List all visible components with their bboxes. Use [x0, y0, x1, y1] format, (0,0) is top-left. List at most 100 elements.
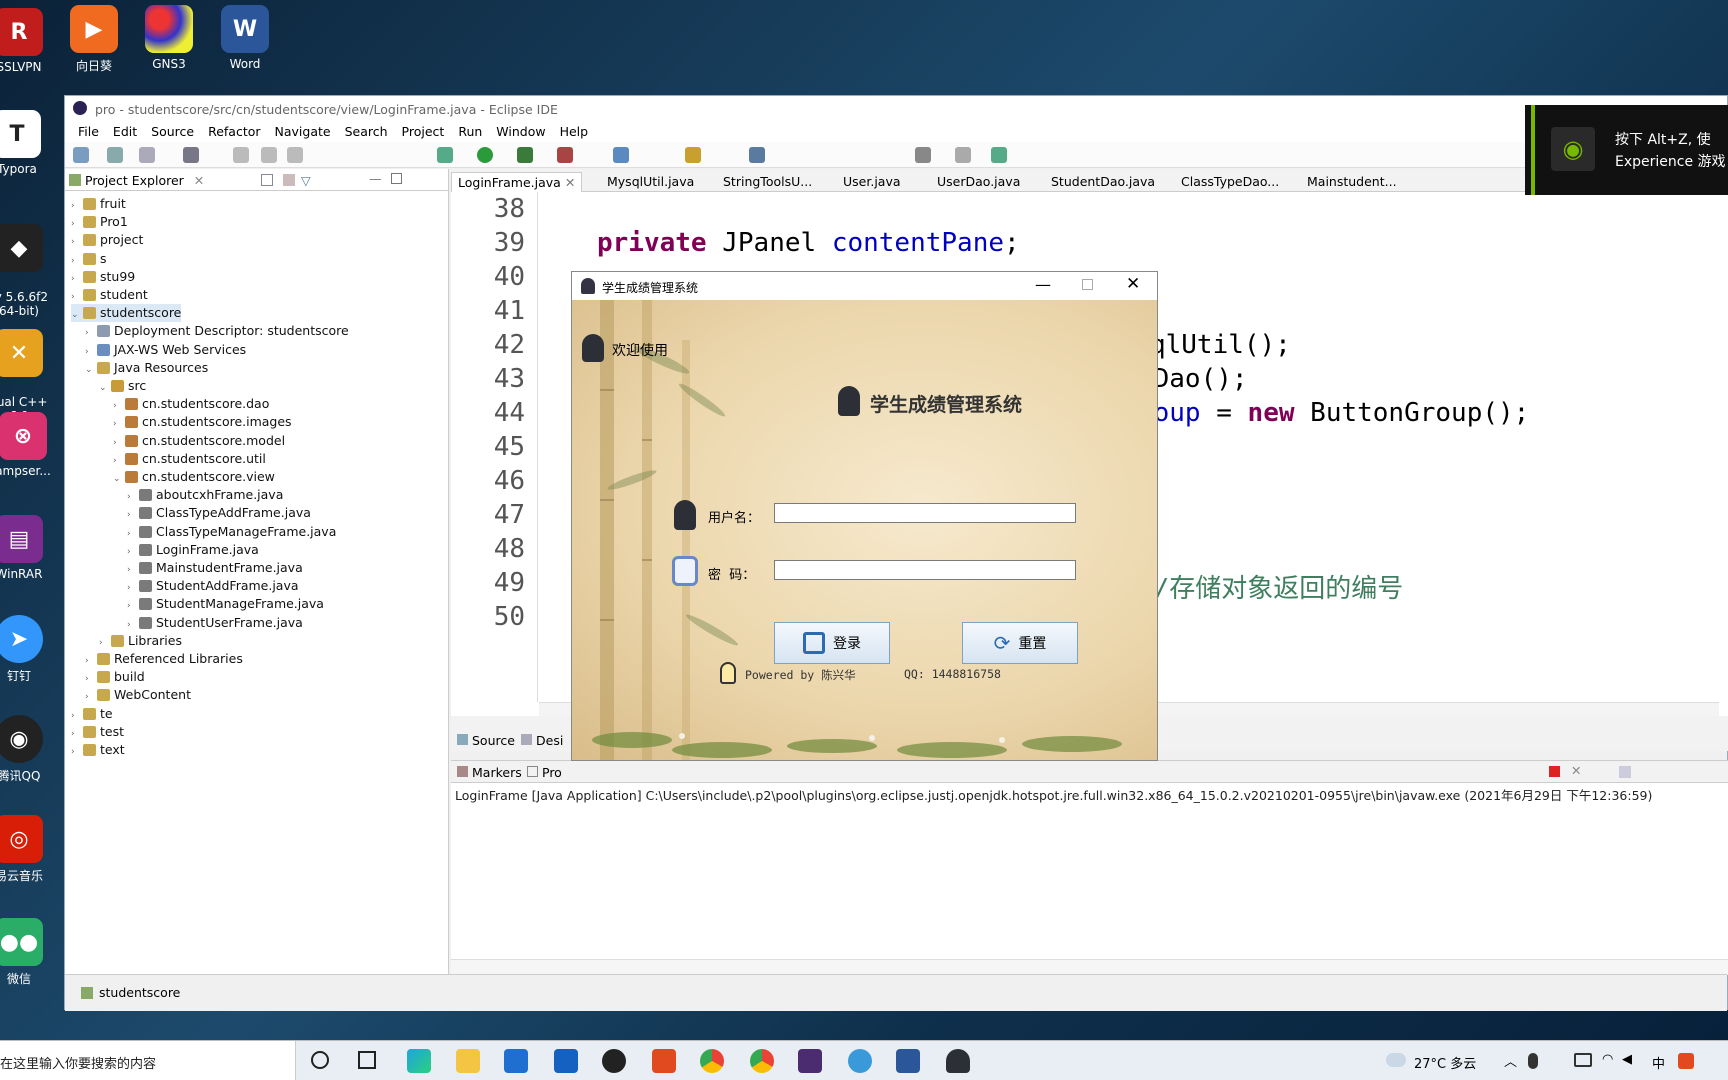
reset-button[interactable]: ⟳ 重置 — [962, 622, 1078, 664]
tree-item[interactable]: › student — [71, 286, 148, 304]
password-input[interactable] — [774, 560, 1076, 580]
maximize-view-icon[interactable] — [391, 173, 402, 184]
desktop-icon-qq[interactable]: ◉ 腾讯QQ — [0, 715, 60, 784]
taskbar-search-box[interactable]: 在这里输入你要搜索的内容 — [0, 1041, 296, 1080]
desktop-icon-unity[interactable]: ◆ ty 5.6.6f2 64-bit) — [0, 210, 60, 332]
cortana-icon[interactable] — [311, 1051, 329, 1069]
tree-item[interactable]: › StudentManageFrame.java — [127, 595, 324, 613]
menu-navigate[interactable]: Navigate — [268, 124, 338, 139]
stop-icon[interactable] — [287, 147, 303, 163]
tree-item[interactable]: › StudentAddFrame.java — [127, 577, 299, 595]
tree-item[interactable]: › text — [71, 741, 125, 759]
tree-item[interactable]: › StudentUserFrame.java — [127, 614, 303, 632]
tab-markers[interactable]: Markers — [457, 765, 522, 780]
close-view-icon[interactable]: ✕ — [194, 173, 204, 188]
desktop-icon-xampp[interactable]: ⊗ ampser... — [0, 412, 64, 478]
new-java-project-icon[interactable] — [613, 147, 629, 163]
show-hidden-icons[interactable]: ︿ — [1504, 1051, 1517, 1070]
tree-item[interactable]: ⌄ Java Resources — [85, 359, 208, 377]
tree-item[interactable]: › cn.studentscore.dao — [113, 395, 269, 413]
desktop-icon-word[interactable]: W Word — [204, 5, 286, 71]
wifi-icon[interactable]: ◠ — [1602, 1052, 1613, 1067]
chevron-down-icon[interactable]: ⌄ — [113, 470, 125, 488]
tree-item[interactable]: › JAX-WS Web Services — [85, 341, 246, 359]
menu-file[interactable]: File — [71, 124, 106, 139]
login-button[interactable]: 登录 — [774, 622, 890, 664]
tab-user[interactable]: User.java — [837, 172, 907, 192]
run-icon[interactable] — [477, 147, 493, 163]
sogou-icon[interactable] — [1678, 1053, 1694, 1069]
chevron-down-icon[interactable]: ⌄ — [85, 361, 97, 379]
task-view-icon[interactable] — [358, 1051, 376, 1069]
menu-search[interactable]: Search — [338, 124, 395, 139]
tree-item[interactable]: ⌄ studentscore — [71, 304, 182, 324]
chevron-down-icon[interactable]: ⌄ — [71, 306, 83, 324]
terminal-icon[interactable] — [183, 147, 199, 163]
resume-icon[interactable] — [233, 147, 249, 163]
menu-project[interactable]: Project — [395, 124, 452, 139]
chevron-down-icon[interactable]: ⌄ — [99, 379, 111, 397]
tree-item[interactable]: › WebContent — [85, 686, 191, 704]
chrome-icon[interactable] — [700, 1049, 724, 1073]
tree-item[interactable]: › fruit — [71, 195, 126, 213]
menu-refactor[interactable]: Refactor — [201, 124, 267, 139]
tab-properties[interactable]: Pro — [527, 765, 562, 780]
search-icon[interactable] — [749, 147, 765, 163]
tree-item[interactable]: › stu99 — [71, 268, 135, 286]
office-icon[interactable] — [652, 1049, 676, 1073]
weather-label[interactable]: 27°C 多云 — [1414, 1053, 1476, 1072]
file-explorer-icon[interactable] — [456, 1049, 480, 1073]
maximize-button[interactable] — [1082, 279, 1093, 290]
link-editor-icon[interactable] — [283, 174, 295, 186]
tree-item[interactable]: › Referenced Libraries — [85, 650, 243, 668]
edge-icon[interactable] — [407, 1049, 431, 1073]
eclipse-taskbar-icon[interactable] — [798, 1049, 822, 1073]
save-all-icon[interactable] — [139, 147, 155, 163]
tree-item[interactable]: › ClassTypeManageFrame.java — [127, 523, 336, 541]
desktop-icon-sslvpn[interactable]: R SSLVPN — [0, 8, 60, 74]
menu-edit[interactable]: Edit — [106, 124, 144, 139]
tab-mainstudent[interactable]: Mainstudent... — [1301, 172, 1403, 192]
word-taskbar-icon[interactable] — [896, 1049, 920, 1073]
console-options-icon[interactable] — [1619, 766, 1631, 778]
new-icon[interactable] — [73, 147, 89, 163]
desktop-icon-gns3[interactable]: GNS3 — [128, 5, 210, 71]
app-taskbar-icon[interactable] — [848, 1049, 872, 1073]
tree-item[interactable]: › Deployment Descriptor: studentscore — [85, 322, 349, 340]
open-type-icon[interactable] — [685, 147, 701, 163]
console-scrollbar[interactable] — [451, 959, 1728, 975]
external-tools-icon[interactable] — [557, 147, 573, 163]
terminate-icon[interactable] — [1549, 766, 1560, 777]
forward-icon[interactable] — [955, 147, 971, 163]
tab-source[interactable]: Source — [457, 733, 515, 748]
tree-item[interactable]: › project — [71, 231, 143, 249]
username-input[interactable] — [774, 503, 1076, 523]
menu-window[interactable]: Window — [489, 124, 552, 139]
tab-classtypedao[interactable]: ClassTypeDao... — [1175, 172, 1285, 192]
chevron-right-icon[interactable]: › — [71, 743, 83, 761]
xbox-icon[interactable] — [602, 1049, 626, 1073]
save-icon[interactable] — [107, 147, 123, 163]
vs-code-icon[interactable] — [554, 1049, 578, 1073]
coverage-icon[interactable] — [517, 147, 533, 163]
desktop-icon-wechat[interactable]: ●● 微信 — [0, 918, 60, 987]
close-tab-icon[interactable]: ✕ — [565, 175, 575, 190]
login-app-taskbar-icon[interactable] — [946, 1049, 970, 1073]
tree-item[interactable]: › LoginFrame.java — [127, 541, 259, 559]
desktop-icon-typora[interactable]: T Typora — [0, 110, 58, 176]
menu-run[interactable]: Run — [451, 124, 489, 139]
tree-item[interactable]: › build — [85, 668, 145, 686]
debug-icon[interactable] — [437, 147, 453, 163]
tab-loginframe[interactable]: LoginFrame.java ✕ — [451, 172, 583, 192]
tree-item[interactable]: › s — [71, 250, 107, 268]
desktop-icon-dingtalk[interactable]: ➤ 钉钉 — [0, 615, 60, 684]
tree-item[interactable]: › aboutcxhFrame.java — [127, 486, 283, 504]
desktop-icon-winrar[interactable]: ▤ WinRAR — [0, 515, 60, 581]
tree-item[interactable]: › MainstudentFrame.java — [127, 559, 303, 577]
tree-item[interactable]: › Libraries — [99, 632, 182, 650]
filter-icon[interactable]: ▽ — [301, 173, 311, 188]
desktop-icon-netease-music[interactable]: ◎ 易云音乐 — [0, 815, 60, 884]
tree-item[interactable]: › te — [71, 705, 113, 723]
minimize-button[interactable]: — — [1035, 275, 1051, 294]
ime-indicator[interactable]: 中 — [1652, 1053, 1665, 1072]
